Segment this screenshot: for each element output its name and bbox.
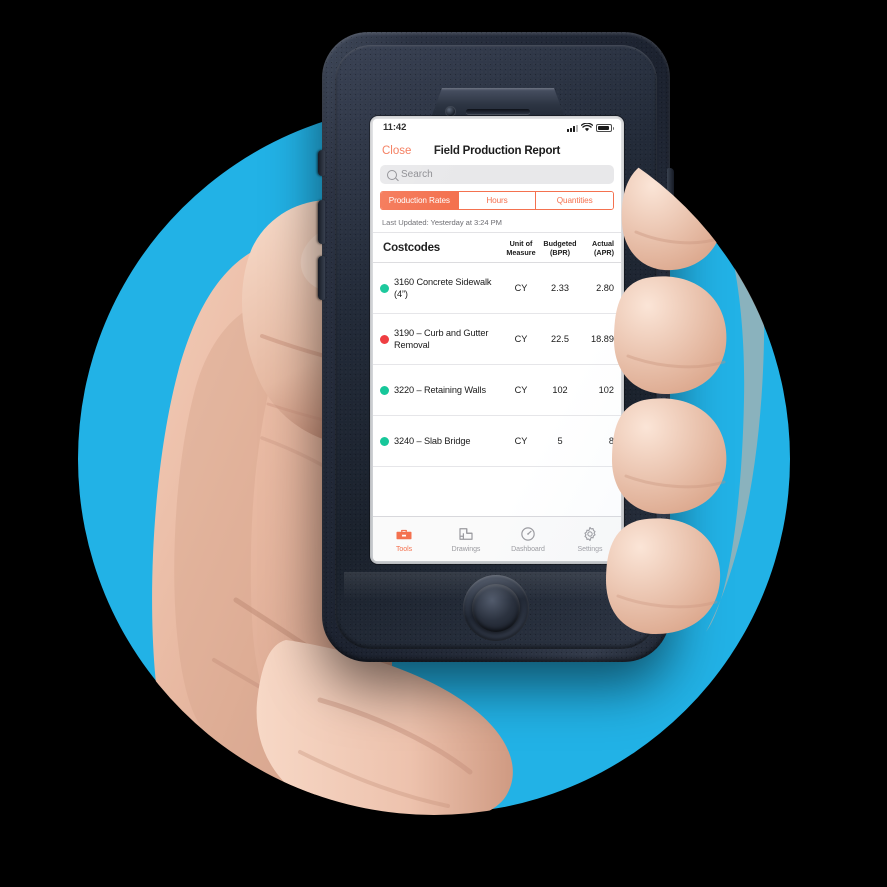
column-header-unit-of-measure: Unit of Measure xyxy=(502,239,540,257)
cell-budgeted: 2.33 xyxy=(551,283,569,293)
cell-actual: 2.80 xyxy=(596,283,614,293)
volume-up-button[interactable] xyxy=(318,200,325,244)
cell-unit: CY xyxy=(514,334,528,344)
cell-budgeted: 102 xyxy=(552,385,568,395)
status-dot xyxy=(380,385,389,395)
mute-switch[interactable] xyxy=(318,150,325,176)
actual-line-1: Actual xyxy=(592,238,614,248)
column-header-budgeted: Budgeted (BPR) xyxy=(540,239,580,257)
table-header: Costcodes Unit of Measure Budgeted (BPR)… xyxy=(373,233,621,263)
costcode-name: 3190 – Curb and Gutter Removal xyxy=(394,327,489,350)
status-time: 11:42 xyxy=(383,122,407,133)
phone-device: 11:42 Close Field Production Report Sear… xyxy=(318,32,674,662)
budgeted-line-1: Budgeted xyxy=(543,238,577,248)
unit-line-1: Unit of xyxy=(509,238,533,248)
gauge-icon xyxy=(521,527,535,541)
scene-root: 11:42 Close Field Production Report Sear… xyxy=(0,0,887,887)
earpiece-slot xyxy=(466,109,530,114)
close-button[interactable]: Close xyxy=(382,145,411,157)
table-row[interactable]: 3190 – Curb and Gutter Removal CY 22.5 1… xyxy=(373,314,621,365)
tab-settings[interactable]: Settings xyxy=(559,525,621,553)
tab-label: Tools xyxy=(395,546,413,553)
status-dot xyxy=(380,436,389,446)
cell-actual: 102 xyxy=(598,385,614,395)
tab-drawings[interactable]: Drawings xyxy=(435,525,497,553)
cell-actual: 8 xyxy=(608,436,614,446)
unit-line-2: Measure xyxy=(506,247,536,257)
search-input[interactable]: Search xyxy=(380,165,614,184)
status-dot xyxy=(380,334,389,344)
costcode-name: 3160 Concrete Sidewalk (4”) xyxy=(394,276,492,299)
cell-budgeted: 5 xyxy=(557,436,563,446)
costcode-name: 3240 – Slab Bridge xyxy=(394,435,471,446)
volume-down-button[interactable] xyxy=(318,256,325,300)
search-container: Search xyxy=(373,165,621,191)
tab-label: Dashboard xyxy=(511,546,545,553)
tab-production-rates[interactable]: Production Rates xyxy=(381,192,459,209)
cell-unit: CY xyxy=(514,385,528,395)
search-placeholder: Search xyxy=(401,169,433,180)
column-header-costcodes: Costcodes xyxy=(383,241,440,254)
cell-unit: CY xyxy=(514,283,528,293)
segmented-control-container: Production Rates Hours Quantities xyxy=(373,191,621,213)
last-updated-text: Last Updated: Yesterday at 3:24 PM xyxy=(373,213,621,233)
tab-quantities[interactable]: Quantities xyxy=(536,192,613,209)
power-button[interactable] xyxy=(667,168,674,224)
tab-label: Drawings xyxy=(451,546,481,553)
front-camera-icon xyxy=(446,107,455,116)
table-row[interactable]: 3160 Concrete Sidewalk (4”) CY 2.33 2.80 xyxy=(373,263,621,314)
gear-icon xyxy=(584,526,596,542)
costcode-name: 3220 – Retaining Walls xyxy=(394,384,486,395)
costcode-list: 3160 Concrete Sidewalk (4”) CY 2.33 2.80… xyxy=(373,263,621,516)
blueprint-icon xyxy=(459,528,473,540)
wifi-icon xyxy=(581,123,593,132)
search-icon xyxy=(387,169,397,180)
signal-bars-icon xyxy=(567,124,578,132)
column-header-actual: Actual (APR) xyxy=(580,239,615,257)
tab-hours[interactable]: Hours xyxy=(458,192,537,209)
table-row[interactable]: 3220 – Retaining Walls CY 102 102 xyxy=(373,365,621,416)
budgeted-line-2: (BPR) xyxy=(550,247,570,257)
navigation-bar: Close Field Production Report xyxy=(373,136,621,165)
status-dot xyxy=(380,283,389,293)
table-row[interactable]: 3240 – Slab Bridge CY 5 8 xyxy=(373,416,621,467)
cell-actual: 18.89 xyxy=(591,334,614,344)
phone-screen: 11:42 Close Field Production Report Sear… xyxy=(373,119,621,561)
cell-unit: CY xyxy=(514,436,528,446)
home-button-icon[interactable] xyxy=(472,584,520,632)
status-bar: 11:42 xyxy=(373,119,621,136)
actual-line-2: (APR) xyxy=(594,247,614,257)
segmented-control: Production Rates Hours Quantities xyxy=(380,191,614,210)
tab-tools[interactable]: Tools xyxy=(373,525,435,553)
toolbox-icon xyxy=(396,529,412,540)
tab-dashboard[interactable]: Dashboard xyxy=(497,525,559,553)
bottom-tab-bar: Tools Drawings Dashboard Settings xyxy=(373,516,621,561)
tab-label: Settings xyxy=(577,546,603,553)
cell-budgeted: 22.5 xyxy=(551,334,569,344)
battery-icon xyxy=(596,124,614,132)
screen-bezel: 11:42 Close Field Production Report Sear… xyxy=(370,116,624,564)
